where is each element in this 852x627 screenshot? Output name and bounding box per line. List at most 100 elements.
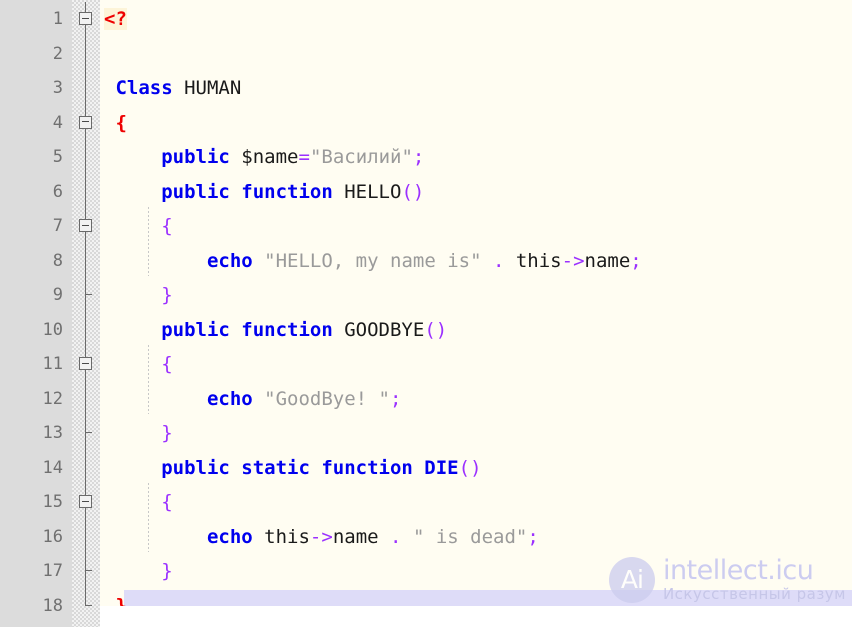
- code-token-kw: echo: [206, 387, 253, 410]
- line-number: 13: [42, 423, 63, 443]
- code-token-kw: echo: [206, 525, 253, 548]
- line-number: 7: [52, 216, 63, 236]
- code-line-9[interactable]: }: [100, 278, 852, 313]
- code-line-6[interactable]: public function HELLO(): [100, 175, 852, 210]
- code-line-15[interactable]: {: [100, 485, 852, 520]
- code-line-4[interactable]: {: [100, 106, 852, 141]
- code-line-12[interactable]: echo "GoodBye! ";: [100, 382, 852, 417]
- line-number: 10: [42, 319, 63, 340]
- fold-end-tick-icon: [86, 570, 92, 572]
- fold-region-end-13: [72, 416, 100, 451]
- fold-minus-icon[interactable]: [79, 219, 92, 233]
- code-token-kw: echo: [206, 249, 253, 272]
- code-line-17[interactable]: }: [100, 554, 852, 589]
- fold-toggle-4[interactable]: [72, 105, 100, 140]
- code-token-plain: $name: [229, 146, 299, 168]
- code-line-3[interactable]: Class HUMAN: [100, 71, 852, 106]
- code-line-14[interactable]: public static function DIE(): [100, 451, 852, 486]
- fold-connector-line: [85, 519, 86, 554]
- line-number-gutter: 1 2 3 4 5 6 7 8 9 10 11 12 13 14 15 16 17 18: [0, 0, 72, 627]
- code-token-str: "HELLO, my name is": [264, 249, 482, 272]
- fold-end-corner-icon: [85, 588, 92, 606]
- code-token-kw: public function: [161, 180, 333, 203]
- line-number: 3: [52, 78, 63, 98]
- line-number: 6: [52, 181, 63, 202]
- fold-connector-line: [85, 554, 86, 589]
- code-text-area[interactable]: <? Class HUMAN { public $name="Василий";…: [100, 0, 852, 627]
- fold-region-end-9: [72, 278, 100, 313]
- line-number: 15: [42, 492, 63, 512]
- code-token-punc: (): [401, 180, 425, 203]
- code-token-brace: {: [161, 353, 173, 375]
- code-token-plain: HUMAN: [172, 77, 242, 99]
- code-line-16[interactable]: echo this->name . " is dead";: [100, 520, 852, 555]
- fold-connector-line: [85, 243, 86, 278]
- code-token-brace: }: [161, 422, 173, 444]
- fold-toggle-15[interactable]: [72, 485, 100, 520]
- code-token-brace: }: [161, 284, 173, 306]
- code-token-kw: public static function DIE: [161, 456, 459, 479]
- code-token-brace: {: [161, 215, 173, 237]
- code-token-punc: (): [424, 318, 448, 341]
- code-token-punc: ;: [412, 146, 425, 168]
- fold-end-tick-icon: [86, 294, 92, 296]
- fold-connector: [72, 174, 100, 209]
- code-line-8[interactable]: echo "HELLO, my name is" . this->name;: [100, 244, 852, 279]
- fold-minus-icon[interactable]: [79, 357, 92, 371]
- code-token-brace: {: [161, 491, 173, 513]
- fold-connector-line: [85, 381, 86, 416]
- code-line-2[interactable]: [100, 37, 852, 72]
- code-folding-gutter[interactable]: [72, 0, 100, 627]
- code-token-str: " is dead": [412, 525, 528, 548]
- code-token-kw: public: [161, 146, 230, 168]
- code-line-1[interactable]: <?: [100, 2, 852, 37]
- code-token-punc: (): [458, 456, 482, 479]
- fold-minus-icon[interactable]: [79, 12, 92, 26]
- code-token-plain: name: [584, 249, 631, 272]
- fold-connector: [72, 140, 100, 175]
- fold-connector: [72, 36, 100, 71]
- fold-connector: [72, 519, 100, 554]
- fold-minus-icon[interactable]: [79, 495, 92, 509]
- line-number: 9: [52, 285, 63, 305]
- fold-minus-icon[interactable]: [79, 115, 92, 129]
- code-token-punc: ->: [309, 525, 333, 548]
- code-token-plain: GOODBYE: [332, 318, 425, 341]
- line-number: 2: [52, 43, 63, 64]
- code-token-punc: ->: [561, 249, 585, 272]
- fold-toggle-7[interactable]: [72, 209, 100, 244]
- code-line-5[interactable]: public $name="Василий";: [100, 140, 852, 175]
- editor-bottom-strip: [100, 606, 852, 627]
- code-line-13[interactable]: }: [100, 416, 852, 451]
- code-line-10[interactable]: public function GOODBYE(): [100, 313, 852, 348]
- fold-toggle-1[interactable]: [72, 2, 100, 37]
- fold-toggle-11[interactable]: [72, 347, 100, 382]
- code-token-punc: .: [390, 525, 402, 548]
- fold-region-end-17: [72, 554, 100, 589]
- fold-connector-line: [85, 71, 86, 106]
- code-token-tag: <?: [104, 8, 127, 30]
- code-token-plain: name: [332, 525, 379, 548]
- fold-connector-line: [85, 416, 86, 451]
- fold-connector-line: [85, 36, 86, 71]
- line-number: 18: [42, 595, 63, 616]
- code-editor: 1 2 3 4 5 6 7 8 9 10 11 12 13 14 15 16 17 18 <? Class HUM…: [0, 0, 852, 627]
- code-line-7[interactable]: {: [100, 209, 852, 244]
- code-line-11[interactable]: {: [100, 347, 852, 382]
- code-token-punc: ;: [527, 525, 539, 548]
- code-token-punc: ;: [630, 249, 642, 272]
- code-token-punc: =: [298, 146, 310, 168]
- line-number: 14: [42, 457, 63, 478]
